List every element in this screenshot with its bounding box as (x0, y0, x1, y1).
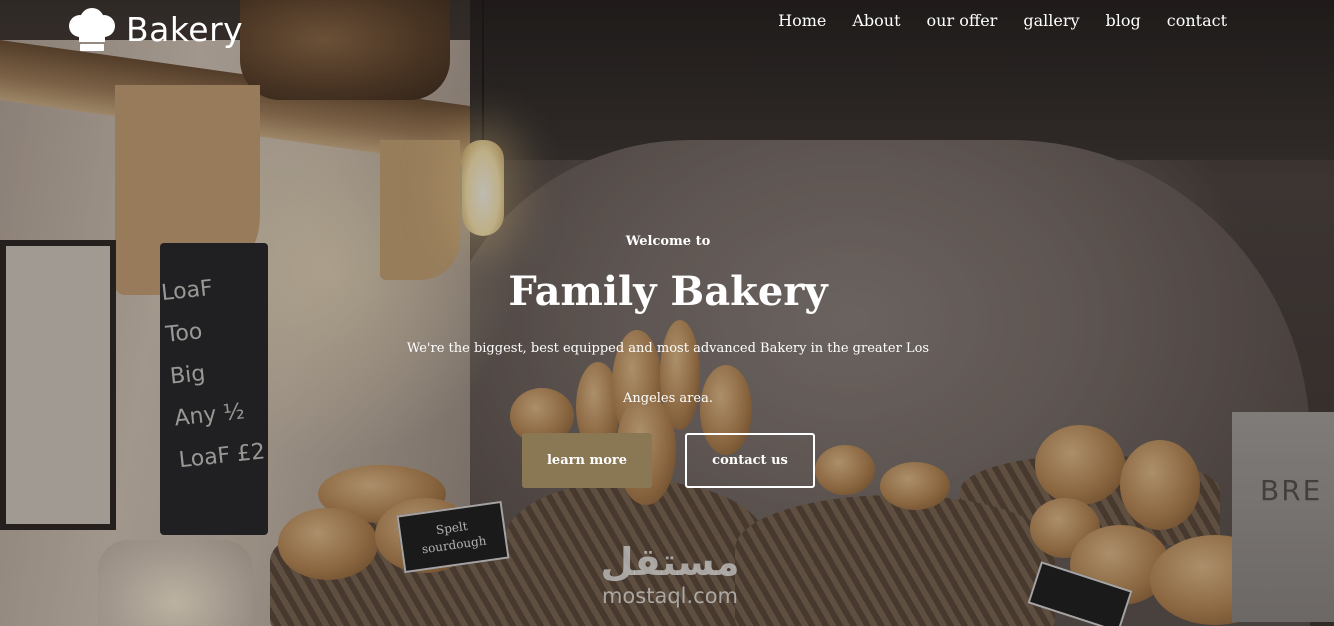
nav-our-offer[interactable]: our offer (927, 10, 998, 32)
watermark-arabic: مستقل (600, 540, 740, 584)
nav-gallery[interactable]: gallery (1023, 10, 1079, 32)
contact-us-button[interactable]: contact us (685, 433, 815, 488)
hero-welcome: Welcome to (625, 234, 711, 249)
brand-logo[interactable]: Bakery (66, 8, 243, 52)
hero-title: Family Bakery (508, 268, 828, 315)
chef-hat-icon (69, 8, 115, 51)
learn-more-button[interactable]: learn more (522, 433, 652, 488)
hero-section: Welcome to Family Bakery We're the bigge… (350, 232, 986, 424)
nav-home[interactable]: Home (778, 10, 826, 32)
mostaql-watermark: مستقل mostaql.com (584, 540, 756, 608)
nav-blog[interactable]: blog (1106, 10, 1141, 32)
site-header: Bakery Home About our offer gallery blog… (0, 0, 1334, 51)
hero-buttons: learn more contact us (522, 433, 815, 488)
watermark-site: mostaql.com (601, 584, 739, 608)
main-nav: Home About our offer gallery blog contac… (778, 10, 1227, 32)
nav-contact[interactable]: contact (1167, 10, 1227, 32)
nav-about[interactable]: About (852, 10, 900, 32)
brand-name: Bakery (126, 10, 244, 49)
hero-description: We're the biggest, best equipped and mos… (406, 341, 930, 406)
